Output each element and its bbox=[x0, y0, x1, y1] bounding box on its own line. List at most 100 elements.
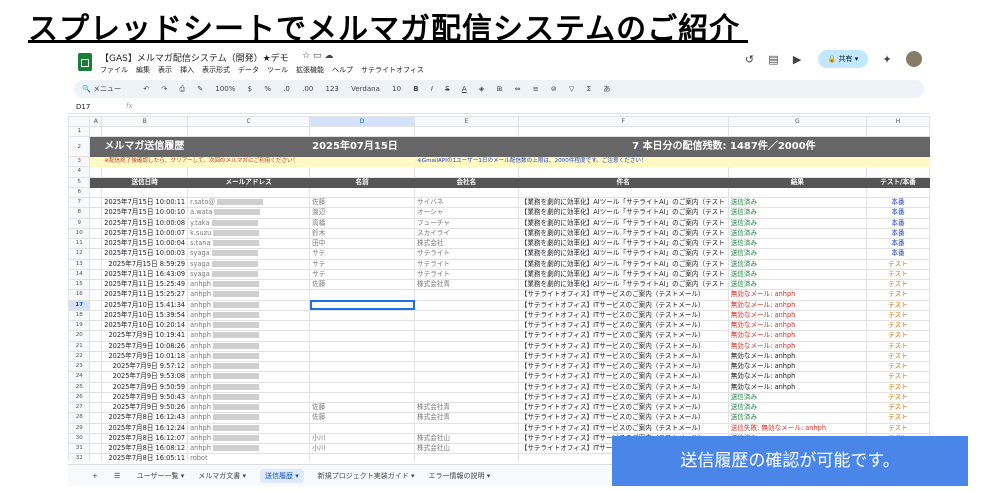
subject-cell[interactable]: 【業務を劇的に効率化】AIツール「サテライトAI」のご案内（テスト bbox=[517, 217, 729, 229]
menu-item[interactable]: サテライトオフィス bbox=[361, 66, 424, 74]
cell[interactable] bbox=[727, 166, 867, 178]
mode-cell[interactable]: 本番 bbox=[865, 217, 930, 229]
text-color-button[interactable]: A bbox=[462, 85, 467, 93]
row-header[interactable]: 16 bbox=[68, 289, 91, 301]
name-cell[interactable]: 田中 bbox=[309, 237, 416, 250]
cell[interactable] bbox=[89, 217, 103, 229]
row-header[interactable]: 29 bbox=[68, 422, 91, 434]
name-box[interactable]: D17 bbox=[76, 103, 90, 111]
sheets-logo-icon[interactable] bbox=[78, 53, 92, 71]
subject-cell[interactable]: 【業務を劇的に効率化】AIツール「サテライトAI」のご案内（テスト bbox=[517, 278, 729, 291]
company-cell[interactable] bbox=[414, 319, 519, 332]
mode-cell[interactable]: テスト bbox=[865, 340, 930, 352]
cell[interactable] bbox=[89, 309, 103, 322]
bold-button[interactable]: B bbox=[413, 85, 418, 93]
cell[interactable] bbox=[89, 453, 103, 461]
cell[interactable] bbox=[101, 125, 189, 138]
cell[interactable] bbox=[89, 401, 103, 414]
row-header[interactable]: 24 bbox=[68, 371, 91, 383]
cell[interactable] bbox=[414, 186, 519, 199]
name-cell[interactable]: 高橋 bbox=[309, 217, 416, 229]
sheet-tab[interactable]: メルマガ文書 ▾ bbox=[198, 472, 246, 480]
menu-item[interactable]: 拡張機能 bbox=[296, 66, 324, 74]
subject-cell[interactable]: 【業務を劇的に効率化】AIツール「サテライトAI」のご案内（テスト bbox=[517, 207, 729, 219]
result-cell[interactable]: 送信済み bbox=[727, 207, 867, 219]
result-cell[interactable]: 送信済み bbox=[727, 227, 867, 240]
cell[interactable] bbox=[89, 125, 103, 138]
subject-cell[interactable]: 【業務を劇的に効率化】AIツール「サテライトAI」のご案内（テスト bbox=[517, 258, 729, 270]
result-cell[interactable]: 送信済み bbox=[727, 278, 867, 291]
mode-cell[interactable]: テスト bbox=[865, 289, 930, 301]
menu-item[interactable]: ヘルプ bbox=[332, 66, 353, 74]
sheet-tab[interactable]: 新規プロジェクト実装ガイド ▾ bbox=[318, 472, 415, 480]
print-icon[interactable]: ⎙ bbox=[179, 85, 185, 93]
menu-item[interactable]: 表示形式 bbox=[202, 66, 230, 74]
company-cell[interactable] bbox=[414, 309, 519, 322]
sent-datetime[interactable]: 2025年7月15日 10:00:04 bbox=[101, 237, 189, 250]
company-cell[interactable]: フューチャ bbox=[414, 217, 519, 229]
cell[interactable] bbox=[89, 166, 103, 178]
subject-cell[interactable]: 【業務を劇的に効率化】AIツール「サテライトAI」のご案内（テスト bbox=[517, 237, 729, 250]
company-cell[interactable] bbox=[414, 289, 519, 301]
company-cell[interactable]: サイバネ bbox=[414, 196, 519, 209]
subject-cell[interactable]: 【サテライトオフィス】ITサービスのご案内（テストメール） bbox=[517, 422, 729, 434]
remaining-count[interactable]: 7 本日分の配信残数: 1487件／2000件 bbox=[517, 136, 930, 158]
column-title[interactable]: 送信日時 bbox=[101, 176, 189, 188]
email-cell[interactable]: y.taka bbox=[187, 217, 311, 229]
result-cell[interactable]: 送信済み bbox=[727, 401, 867, 414]
cell[interactable] bbox=[89, 196, 103, 209]
row-header[interactable]: 28 bbox=[68, 412, 91, 424]
result-cell[interactable]: 送信済み bbox=[727, 412, 867, 424]
sent-datetime[interactable]: 2025年7月9日 9:53:08 bbox=[101, 371, 189, 383]
sent-datetime[interactable]: 2025年7月8日 16:08:12 bbox=[101, 442, 189, 455]
cell[interactable] bbox=[865, 166, 930, 178]
name-cell[interactable]: 渡辺 bbox=[309, 207, 416, 219]
percent-format-button[interactable]: % bbox=[264, 85, 271, 93]
avatar[interactable] bbox=[906, 51, 922, 67]
company-cell[interactable] bbox=[414, 340, 519, 352]
column-title[interactable]: 結果 bbox=[727, 176, 867, 188]
subject-cell[interactable]: 【サテライトオフィス】ITサービスのご案内（テストメール） bbox=[517, 391, 729, 404]
result-cell[interactable]: 無効なメール: anhph bbox=[727, 319, 867, 332]
menu-item[interactable]: ツール bbox=[267, 66, 288, 74]
name-cell[interactable]: サテ bbox=[309, 248, 416, 260]
company-cell[interactable] bbox=[414, 422, 519, 434]
mode-cell[interactable]: テスト bbox=[865, 381, 930, 393]
row-header[interactable]: 21 bbox=[68, 340, 91, 352]
menu-item[interactable]: データ bbox=[238, 66, 259, 74]
cell[interactable] bbox=[89, 422, 103, 434]
name-cell[interactable] bbox=[309, 319, 416, 332]
cell[interactable] bbox=[517, 166, 729, 178]
name-cell[interactable] bbox=[309, 422, 416, 434]
cell[interactable] bbox=[89, 248, 103, 260]
cell[interactable] bbox=[865, 125, 930, 138]
row-header[interactable]: 19 bbox=[68, 319, 91, 332]
increase-decimal-button[interactable]: .00 bbox=[302, 85, 313, 93]
cell[interactable] bbox=[309, 166, 416, 178]
subject-cell[interactable]: 【業務を劇的に効率化】AIツール「サテライトAI」のご案内（テスト bbox=[517, 196, 729, 209]
row-header[interactable]: 5 bbox=[68, 176, 91, 188]
mode-cell[interactable]: 本番 bbox=[865, 196, 930, 209]
cell[interactable] bbox=[89, 136, 103, 158]
column-header[interactable]: H bbox=[865, 116, 930, 127]
sent-datetime[interactable]: 2025年7月10日 15:41:34 bbox=[101, 299, 189, 311]
name-cell[interactable] bbox=[309, 340, 416, 352]
decrease-decimal-button[interactable]: .0 bbox=[283, 85, 290, 93]
subject-cell[interactable]: 【業務を劇的に効率化】AIツール「サテライトAI」のご案内（テスト bbox=[517, 227, 729, 240]
column-header[interactable]: F bbox=[517, 116, 729, 127]
sent-datetime[interactable]: 2025年7月9日 10:19:41 bbox=[101, 330, 189, 342]
search-menus[interactable]: 🔍 メニュー bbox=[82, 85, 131, 93]
paint-format-icon[interactable]: ✎ bbox=[197, 85, 203, 93]
cell[interactable] bbox=[89, 258, 103, 270]
subject-cell[interactable]: 【サテライトオフィス】ITサービスのご案内（テストメール） bbox=[517, 289, 729, 301]
star-icon[interactable]: ☆ bbox=[302, 51, 310, 61]
mode-cell[interactable]: テスト bbox=[865, 371, 930, 383]
subject-cell[interactable]: 【サテライトオフィス】ITサービスのご案内（テストメール） bbox=[517, 350, 729, 363]
email-cell[interactable]: a.wata bbox=[187, 207, 311, 219]
move-folder-icon[interactable]: ▭ bbox=[313, 51, 322, 61]
cell[interactable] bbox=[89, 432, 103, 445]
name-cell[interactable]: 小川 bbox=[309, 432, 416, 445]
subject-cell[interactable]: 【サテライトオフィス】ITサービスのご案内（テストメール） bbox=[517, 360, 729, 373]
company-cell[interactable]: 株式会社 bbox=[414, 237, 519, 250]
column-title[interactable]: メールアドレス bbox=[187, 176, 311, 188]
